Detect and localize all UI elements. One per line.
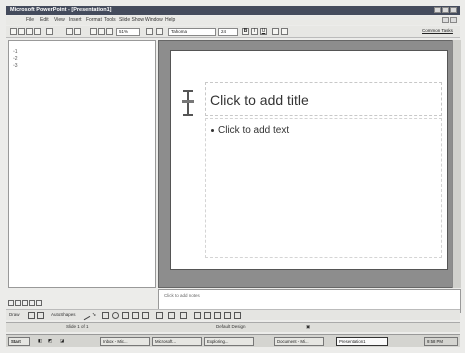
title-bar: Microsoft PowerPoint - [Presentation1] [6,6,460,15]
slide-show-view-icon[interactable] [36,300,42,306]
text-box-icon[interactable] [122,312,129,319]
expand-icon[interactable] [156,28,163,35]
new-slide-icon[interactable] [106,28,113,35]
print-icon[interactable] [46,28,53,35]
3d-icon[interactable] [234,312,241,319]
paste-icon[interactable] [66,28,73,35]
clip-art-icon[interactable] [142,312,149,319]
underline-icon[interactable]: U [260,28,267,35]
bullets-icon[interactable] [281,28,288,35]
font-select[interactable]: Tahoma [168,28,216,36]
bold-icon[interactable]: B [242,28,249,35]
title-placeholder[interactable]: Click to add title [210,92,309,108]
doc-close-button[interactable] [450,17,457,23]
quick-launch-icon[interactable]: ◪ [58,337,66,346]
menu-slide-show[interactable]: Slide Show [119,17,144,23]
body-placeholder-box[interactable] [205,118,442,258]
select-objects-icon[interactable] [28,312,35,319]
help-icon[interactable] [146,28,153,35]
autoshapes-menu[interactable]: AutoShapes [51,312,76,319]
toolbar: 51% Tahoma 24 B I U Common Tasks [6,26,460,38]
task-button[interactable]: Exploring... [204,337,254,346]
menu-help[interactable]: Help [165,17,175,23]
drawing-toolbar: Draw AutoShapes ➘ [6,309,460,321]
menu-format[interactable]: Format [86,17,102,23]
body-placeholder[interactable]: Click to add text [218,125,289,136]
free-rotate-icon[interactable] [37,312,44,319]
menu-file[interactable]: File [26,17,34,23]
shadow-icon[interactable] [224,312,231,319]
line-style-icon[interactable] [194,312,201,319]
task-button[interactable]: Microsoft... [152,337,202,346]
fill-color-icon[interactable] [156,312,163,319]
design-indicator: Default Design [216,324,246,329]
common-tasks-button[interactable]: Common Tasks [420,28,458,36]
arrow-style-icon[interactable] [214,312,221,319]
dash-style-icon[interactable] [204,312,211,319]
menu-view[interactable]: View [54,17,65,23]
oval-icon[interactable] [112,312,119,319]
spelling-icon: ▣ [306,324,311,329]
slide-indicator: Slide 1 of 1 [66,324,89,329]
outline-slide-icon[interactable]: ▫2 [13,56,18,62]
i-beam-cursor-icon [182,90,194,116]
task-button-active[interactable]: Presentation1 [336,337,388,346]
doc-restore-button[interactable] [442,17,449,23]
menu-tools[interactable]: Tools [104,17,116,23]
quick-launch-icon[interactable]: ◩ [46,337,54,346]
draw-menu[interactable]: Draw [9,312,20,319]
menu-window[interactable]: Window [145,17,163,23]
outline-slide-icon[interactable]: ▫3 [13,63,18,69]
undo-icon[interactable] [74,28,81,35]
open-icon[interactable] [18,28,25,35]
line-color-icon[interactable] [168,312,175,319]
status-bar: Slide 1 of 1 Default Design ▣ [6,322,460,332]
italic-icon[interactable]: I [251,28,258,35]
window-title: Microsoft PowerPoint - [Presentation1] [10,7,112,13]
email-icon[interactable] [34,28,41,35]
chart-icon[interactable] [90,28,97,35]
vertical-scrollbar[interactable] [452,40,461,288]
clock: 9:58 PM [424,337,458,346]
minimize-button[interactable] [434,7,441,13]
align-left-icon[interactable] [272,28,279,35]
font-color-icon[interactable] [180,312,187,319]
arrow-icon[interactable]: ➘ [92,312,99,319]
outline-pane[interactable]: ▫1 ▫2 ▫3 [8,40,156,288]
menu-bar: File Edit View Insert Format Tools Slide… [6,16,460,25]
start-button[interactable]: Start [8,337,30,346]
outline-slide-icon[interactable]: ▫1 [13,49,18,55]
save-icon[interactable] [26,28,33,35]
rectangle-icon[interactable] [102,312,109,319]
notes-placeholder[interactable]: Click to add notes [164,293,200,298]
menu-edit[interactable]: Edit [40,17,49,23]
bullet-icon [211,129,214,132]
task-button[interactable]: Document - Mi... [274,337,324,346]
line-icon[interactable] [80,310,91,321]
task-button[interactable]: Inbox - Mic... [100,337,150,346]
quick-launch-icon[interactable]: ◧ [36,337,44,346]
font-size-select[interactable]: 24 [218,28,238,36]
slide-view-icon[interactable] [22,300,28,306]
maximize-button[interactable] [442,7,449,13]
menu-insert[interactable]: Insert [69,17,82,23]
taskbar: Start ◧ ◩ ◪ Inbox - Mic... Microsoft... … [6,334,460,347]
normal-view-icon[interactable] [8,300,14,306]
new-icon[interactable] [10,28,17,35]
slide-sorter-view-icon[interactable] [29,300,35,306]
wordart-icon[interactable] [132,312,139,319]
outline-view-icon[interactable] [15,300,21,306]
close-button[interactable] [450,7,457,13]
zoom-select[interactable]: 51% [116,28,140,36]
table-icon[interactable] [98,28,105,35]
